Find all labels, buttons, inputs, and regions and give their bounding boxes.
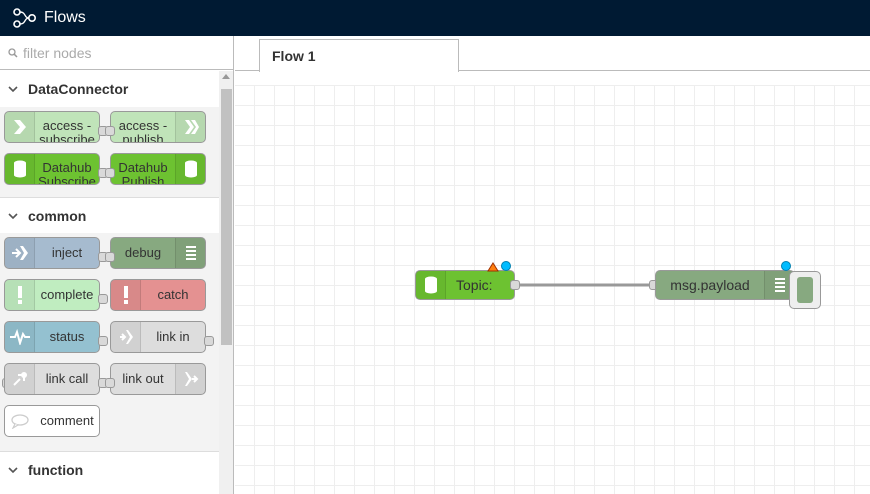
flow-canvas[interactable]: Topic: msg.payload bbox=[235, 85, 870, 494]
palette-node-access-subscribe[interactable]: access - subscribe bbox=[4, 111, 100, 143]
palette-node-label: complete bbox=[40, 288, 94, 302]
database-icon bbox=[175, 154, 205, 184]
palette-node-datahub-publish[interactable]: Datahub Publish bbox=[110, 153, 206, 185]
palette-node-label: access - publish bbox=[118, 118, 168, 143]
pulse-icon bbox=[5, 322, 35, 352]
chevron-down-icon bbox=[8, 212, 18, 219]
link-out-icon bbox=[175, 364, 205, 394]
toggle-fill bbox=[797, 277, 813, 303]
workspace: Flow 1 Topic: msg.payload bbox=[235, 36, 870, 494]
arrow-in-icon bbox=[5, 112, 35, 142]
category-body-dataconnector: access - subscribe access - publish Data… bbox=[0, 107, 220, 197]
palette-node-inject[interactable]: inject bbox=[4, 237, 100, 269]
flow-node-label: msg.payload bbox=[670, 277, 750, 293]
changed-indicator bbox=[501, 261, 511, 271]
palette-scroll-area: DataConnector access - subscribe access … bbox=[0, 71, 220, 494]
exclamation-icon bbox=[111, 280, 141, 310]
link-in-icon bbox=[111, 322, 141, 352]
search-icon bbox=[6, 46, 20, 60]
tab-flow-1[interactable]: Flow 1 bbox=[259, 39, 459, 72]
inject-arrow-icon bbox=[5, 238, 35, 268]
category-label: function bbox=[28, 461, 84, 478]
chevron-down-icon bbox=[8, 466, 18, 473]
category-label: DataConnector bbox=[28, 81, 129, 97]
input-port[interactable] bbox=[105, 378, 115, 388]
palette-search bbox=[0, 36, 233, 70]
flow-node-label: Topic: bbox=[456, 277, 493, 293]
palette-node-label: access - subscribe bbox=[39, 118, 95, 143]
changed-indicator bbox=[781, 261, 791, 271]
flows-logo-icon bbox=[13, 8, 36, 28]
palette-node-datahub-subscribe[interactable]: Datahub Subscribe bbox=[4, 153, 100, 185]
category-body-common: inject debug complete catch status link … bbox=[0, 233, 220, 451]
category-header-dataconnector[interactable]: DataConnector bbox=[0, 71, 220, 107]
palette-node-label: link in bbox=[156, 330, 190, 344]
palette-scrollbar[interactable] bbox=[219, 71, 233, 494]
link-call-icon bbox=[5, 364, 35, 394]
palette-node-link-call[interactable]: link call bbox=[4, 363, 100, 395]
palette-node-label: Datahub Subscribe bbox=[38, 160, 96, 185]
palette-node-label: Datahub Publish bbox=[118, 160, 168, 185]
input-port[interactable] bbox=[105, 252, 115, 262]
exclamation-icon bbox=[5, 280, 35, 310]
database-icon bbox=[5, 154, 35, 184]
debug-toggle-button[interactable] bbox=[789, 271, 821, 309]
node-palette: DataConnector access - subscribe access … bbox=[0, 36, 234, 494]
palette-node-link-out[interactable]: link out bbox=[110, 363, 206, 395]
category-label: common bbox=[28, 207, 87, 224]
palette-node-debug[interactable]: debug bbox=[110, 237, 206, 269]
scroll-up-icon[interactable] bbox=[222, 74, 230, 79]
palette-node-label: status bbox=[49, 330, 85, 344]
comment-icon bbox=[5, 406, 35, 436]
output-port[interactable] bbox=[204, 336, 214, 346]
palette-node-label: debug bbox=[124, 246, 162, 260]
flow-node-topic[interactable]: Topic: bbox=[415, 270, 515, 300]
palette-node-link-in[interactable]: link in bbox=[110, 321, 206, 353]
input-port[interactable] bbox=[105, 168, 115, 178]
app-header: Flows bbox=[0, 0, 870, 36]
flow-node-msg-payload[interactable]: msg.payload bbox=[655, 270, 795, 300]
palette-node-label: link call bbox=[45, 372, 89, 386]
output-port[interactable] bbox=[510, 280, 520, 290]
palette-node-comment[interactable]: comment bbox=[4, 405, 100, 437]
workspace-tabs: Flow 1 bbox=[235, 36, 870, 72]
app-title: Flows bbox=[44, 9, 86, 26]
input-port[interactable] bbox=[105, 126, 115, 136]
palette-node-complete[interactable]: complete bbox=[4, 279, 100, 311]
arrow-out-icon bbox=[175, 112, 205, 142]
category-header-common[interactable]: common bbox=[0, 197, 220, 233]
scrollbar-thumb[interactable] bbox=[221, 89, 232, 345]
database-icon bbox=[416, 271, 446, 299]
palette-node-label: catch bbox=[157, 288, 189, 302]
debug-list-icon bbox=[175, 238, 205, 268]
palette-node-catch[interactable]: catch bbox=[110, 279, 206, 311]
category-header-function[interactable]: function bbox=[0, 451, 220, 487]
palette-node-access-publish[interactable]: access - publish bbox=[110, 111, 206, 143]
chevron-down-icon bbox=[8, 86, 18, 93]
tab-label: Flow 1 bbox=[272, 48, 316, 64]
palette-node-label: inject bbox=[51, 246, 83, 260]
filter-nodes-input[interactable] bbox=[23, 44, 213, 61]
output-port[interactable] bbox=[98, 336, 108, 346]
palette-node-label: link out bbox=[122, 372, 164, 386]
canvas-top-strip bbox=[235, 72, 870, 85]
warning-triangle-icon bbox=[487, 262, 499, 272]
palette-node-status[interactable]: status bbox=[4, 321, 100, 353]
palette-node-label: comment bbox=[40, 414, 94, 428]
output-port[interactable] bbox=[98, 294, 108, 304]
